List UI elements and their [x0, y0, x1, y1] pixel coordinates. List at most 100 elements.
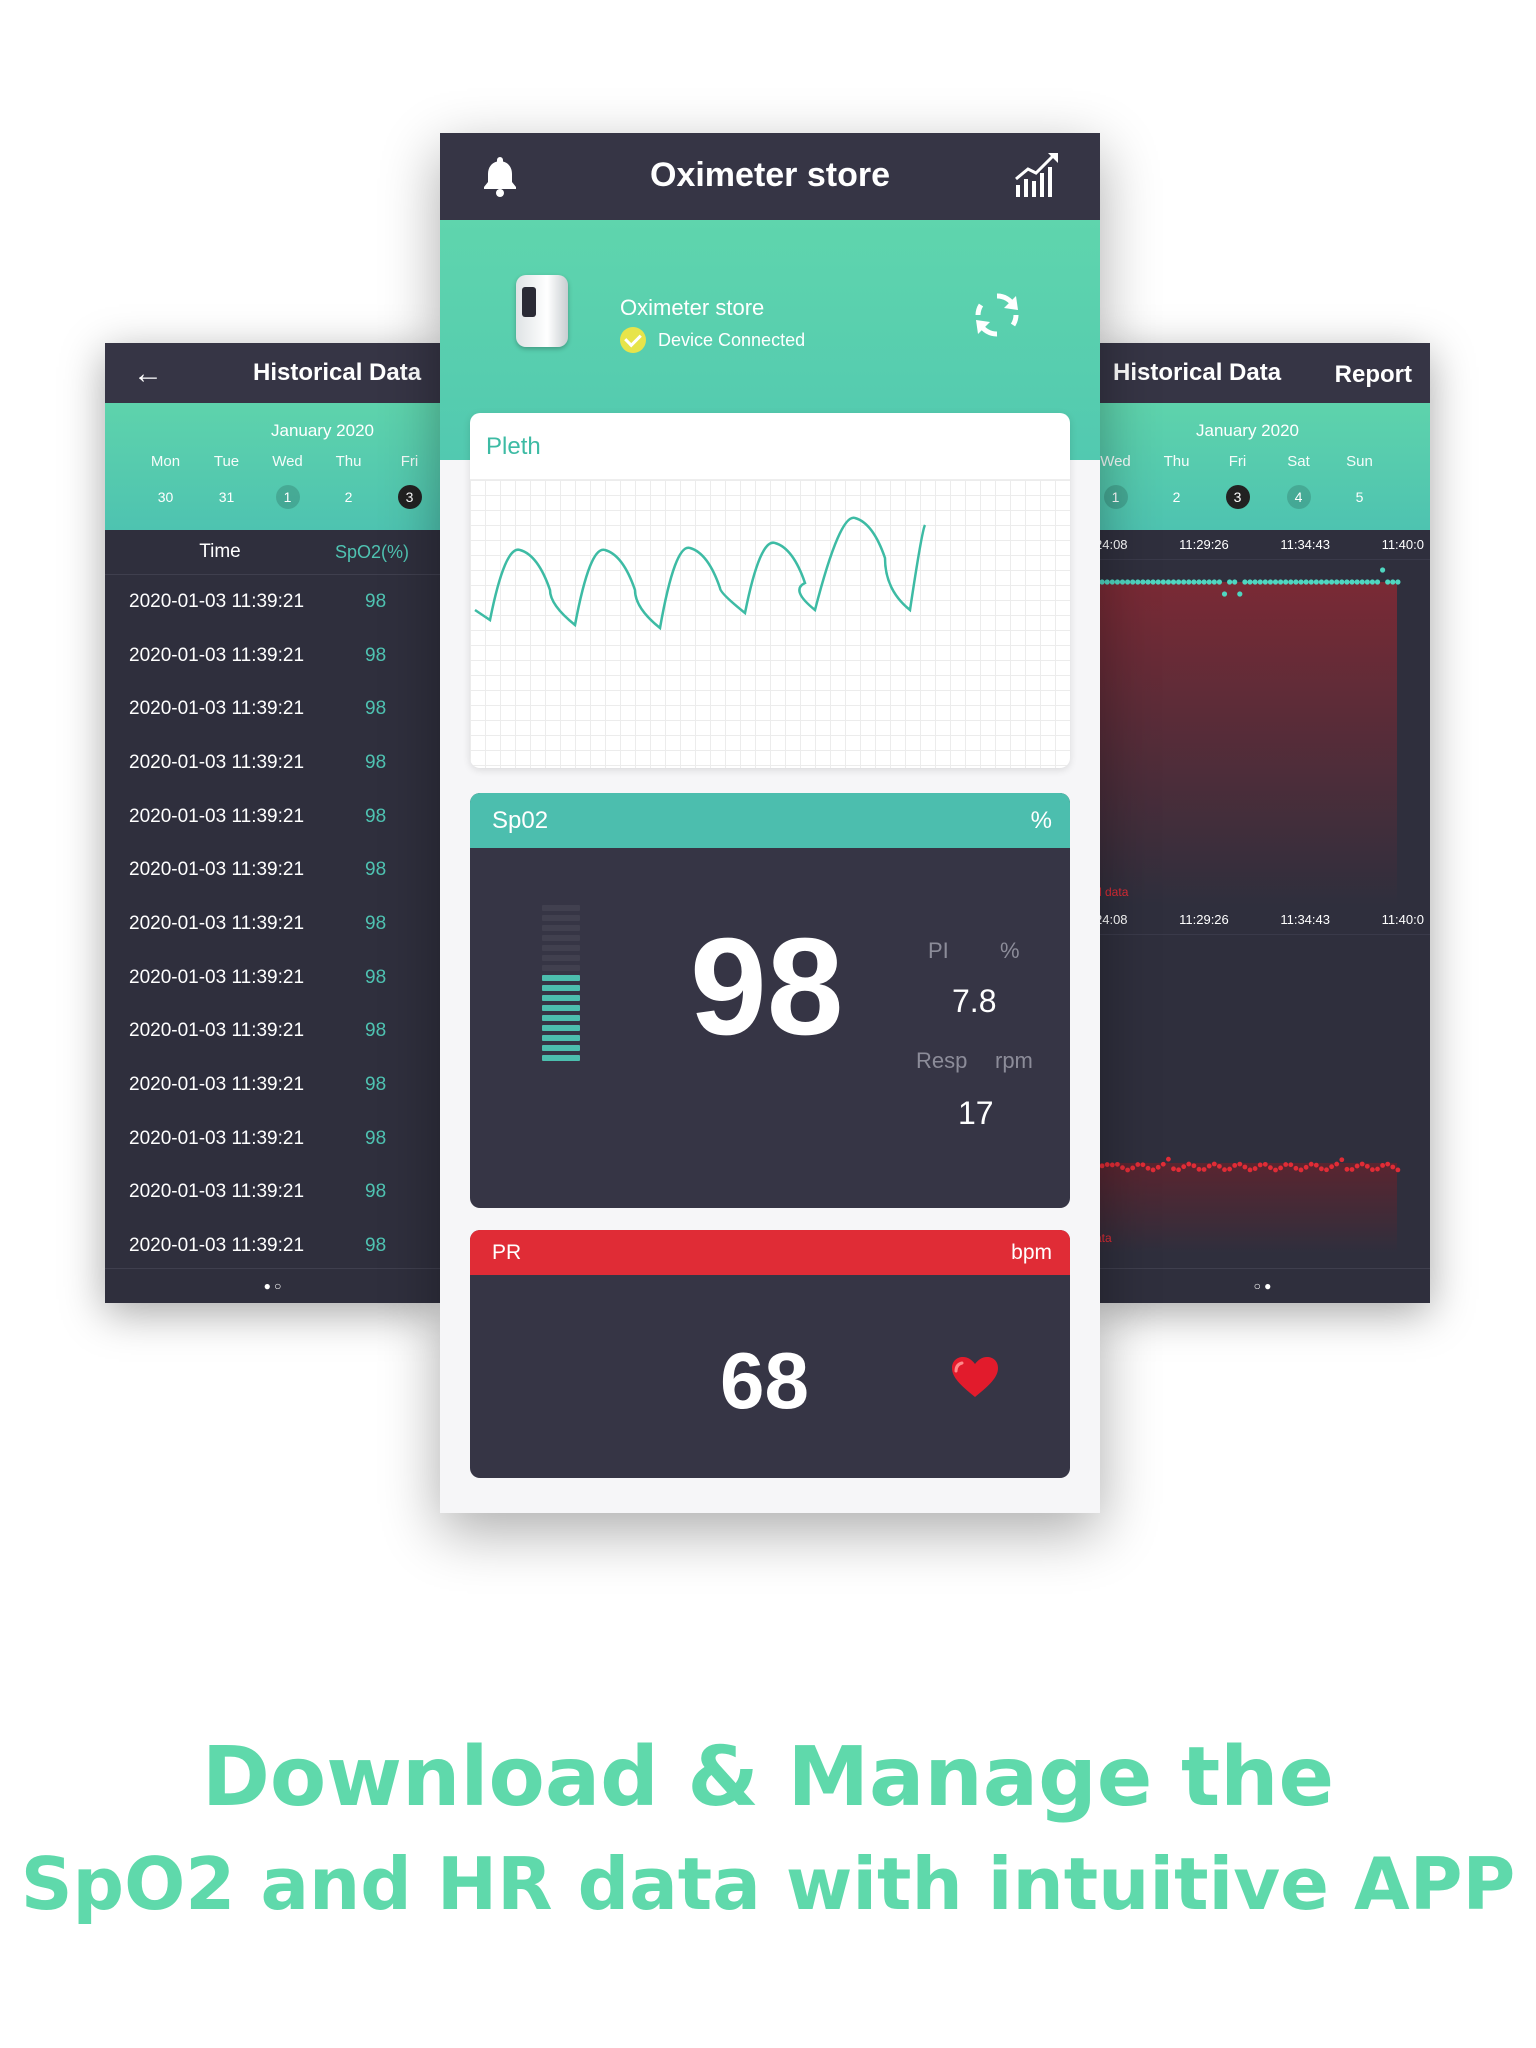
spo2-value: 98: [690, 910, 844, 1064]
signal-segment: [542, 1055, 580, 1061]
row-time: 2020-01-03 11:39:21: [129, 1127, 305, 1149]
calendar-date-selected[interactable]: 3: [379, 485, 440, 509]
pr-history-chart: ata: [1095, 935, 1430, 1265]
table-row[interactable]: 2020-01-03 11:39:21 98: [105, 1112, 440, 1166]
row-time: 2020-01-03 11:39:21: [129, 1074, 305, 1096]
oximeter-device-image: [516, 275, 568, 347]
calendar-date[interactable]: 30: [135, 485, 196, 509]
pr-point: [1293, 1165, 1299, 1171]
spo2-point: [1298, 579, 1304, 585]
pr-point: [1217, 1163, 1222, 1169]
spo2-point: [1109, 579, 1115, 585]
table-row[interactable]: 2020-01-03 11:39:21 98: [105, 843, 440, 897]
table-row[interactable]: 2020-01-03 11:39:21 98: [105, 575, 440, 629]
table-row[interactable]: 2020-01-03 11:39:21 98: [105, 736, 440, 790]
spo2-point: [1283, 579, 1289, 585]
row-spo2-value: 98: [365, 1020, 387, 1042]
spo2-point: [1221, 591, 1228, 597]
device-name: Oximeter store: [620, 295, 765, 320]
pleth-grid: [470, 479, 1070, 768]
calendar-date[interactable]: 2: [318, 485, 379, 509]
weekday-label: Fri: [1228, 453, 1247, 470]
chart-header: Historical Data Report: [1095, 343, 1430, 403]
pr-card: PR bpm 68: [470, 1230, 1070, 1478]
calendar-date[interactable]: 31: [196, 485, 257, 509]
spo2-point: [1288, 579, 1294, 585]
table-row[interactable]: 2020-01-03 11:39:21 98: [105, 1166, 440, 1220]
spo2-point: [1374, 579, 1381, 585]
report-button[interactable]: Report: [1335, 361, 1412, 389]
row-time: 2020-01-03 11:39:21: [129, 912, 305, 934]
calendar-date[interactable]: 2: [1146, 485, 1207, 509]
calendar-date[interactable]: 1: [257, 485, 318, 509]
row-spo2-value: 98: [365, 805, 387, 827]
spo2-point: [1252, 579, 1258, 585]
pr-point: [1257, 1162, 1263, 1168]
pr-point: [1375, 1166, 1380, 1172]
pi-label: PI: [928, 938, 949, 963]
spo2-point: [1196, 579, 1202, 585]
pr-label: PR: [492, 1241, 522, 1264]
spo2-point: [1176, 579, 1182, 585]
tick-label: 11:34:43: [1280, 912, 1330, 927]
pr-point: [1145, 1165, 1151, 1171]
resp-unit: rpm: [995, 1048, 1033, 1073]
spo2-point: [1191, 579, 1197, 585]
pr-point: [1308, 1161, 1314, 1167]
table-row[interactable]: 2020-01-03 11:39:21 98: [105, 951, 440, 1005]
table-row[interactable]: 2020-01-03 11:39:21 98: [105, 682, 440, 736]
row-spo2-value: 98: [365, 1181, 387, 1203]
signal-strength-bar: [542, 905, 580, 1065]
spo2-point: [1359, 579, 1365, 585]
table-row[interactable]: 2020-01-03 11:39:21 98: [105, 1005, 440, 1059]
pr-point: [1125, 1167, 1130, 1173]
pleth-card: Pleth: [470, 413, 1070, 768]
chart-icon[interactable]: [1014, 151, 1060, 204]
pr-value: 68: [720, 1336, 809, 1425]
row-spo2-value: 98: [365, 698, 387, 720]
pr-point: [1206, 1163, 1212, 1169]
calendar-date[interactable]: 5: [1329, 485, 1390, 509]
spo2-point: [1140, 579, 1146, 585]
weekday-label: Wed: [272, 453, 303, 470]
chart-area-fill: [1095, 582, 1397, 905]
pr-point: [1324, 1167, 1329, 1173]
spo2-point: [1380, 567, 1386, 573]
spo2-point: [1385, 579, 1391, 585]
weekday-label: Sat: [1287, 453, 1310, 470]
calendar-date[interactable]: 4: [1268, 485, 1329, 509]
calendar-date-selected[interactable]: 3: [1207, 485, 1268, 509]
spo2-point: [1135, 579, 1141, 585]
pr-point: [1176, 1167, 1181, 1173]
pleth-waveform: [474, 516, 927, 631]
spo2-point: [1099, 579, 1105, 585]
calendar-strip: January 2020 Mon Tue Wed Thu Fri 30 31 1…: [105, 403, 440, 530]
pr-point: [1313, 1162, 1319, 1168]
calendar-month: January 2020: [270, 421, 375, 440]
pr-point: [1319, 1166, 1324, 1172]
arrow-left-icon[interactable]: ←: [133, 357, 163, 391]
pr-point: [1334, 1161, 1340, 1167]
spo2-point: [1201, 579, 1207, 585]
spo2-point: [1364, 579, 1370, 585]
table-row[interactable]: 2020-01-03 11:39:21 98: [105, 897, 440, 951]
table-row[interactable]: 2020-01-03 11:39:21 98: [105, 1219, 440, 1273]
table-row[interactable]: 2020-01-03 11:39:21 98: [105, 790, 440, 844]
pr-history-plot: [1095, 1156, 1401, 1253]
historical-data-list-screen: ← Historical Data January 2020 Mon Tue W…: [105, 343, 440, 1303]
chart1-x-axis: 24:08 11:29:26 11:34:43 11:40:0: [1095, 530, 1430, 560]
table-header: Time SpO2(%): [105, 530, 440, 575]
spo2-point: [1323, 579, 1330, 585]
spo2-point: [1278, 579, 1284, 585]
resp-value: 17: [958, 1095, 994, 1131]
table-row[interactable]: 2020-01-03 11:39:21 98: [105, 629, 440, 683]
tagline-line-2: SpO2 and HR data with intuitive APP: [20, 1842, 1516, 1926]
pr-point: [1364, 1163, 1370, 1169]
calendar-date[interactable]: 1: [1095, 485, 1146, 509]
pr-point: [1237, 1161, 1243, 1167]
table-row[interactable]: 2020-01-03 11:39:21 98: [105, 1058, 440, 1112]
spo2-point: [1334, 579, 1340, 585]
refresh-icon[interactable]: [972, 290, 1022, 345]
spo2-card-header: Sp02 %: [470, 793, 1070, 848]
signal-segment: [542, 975, 580, 981]
